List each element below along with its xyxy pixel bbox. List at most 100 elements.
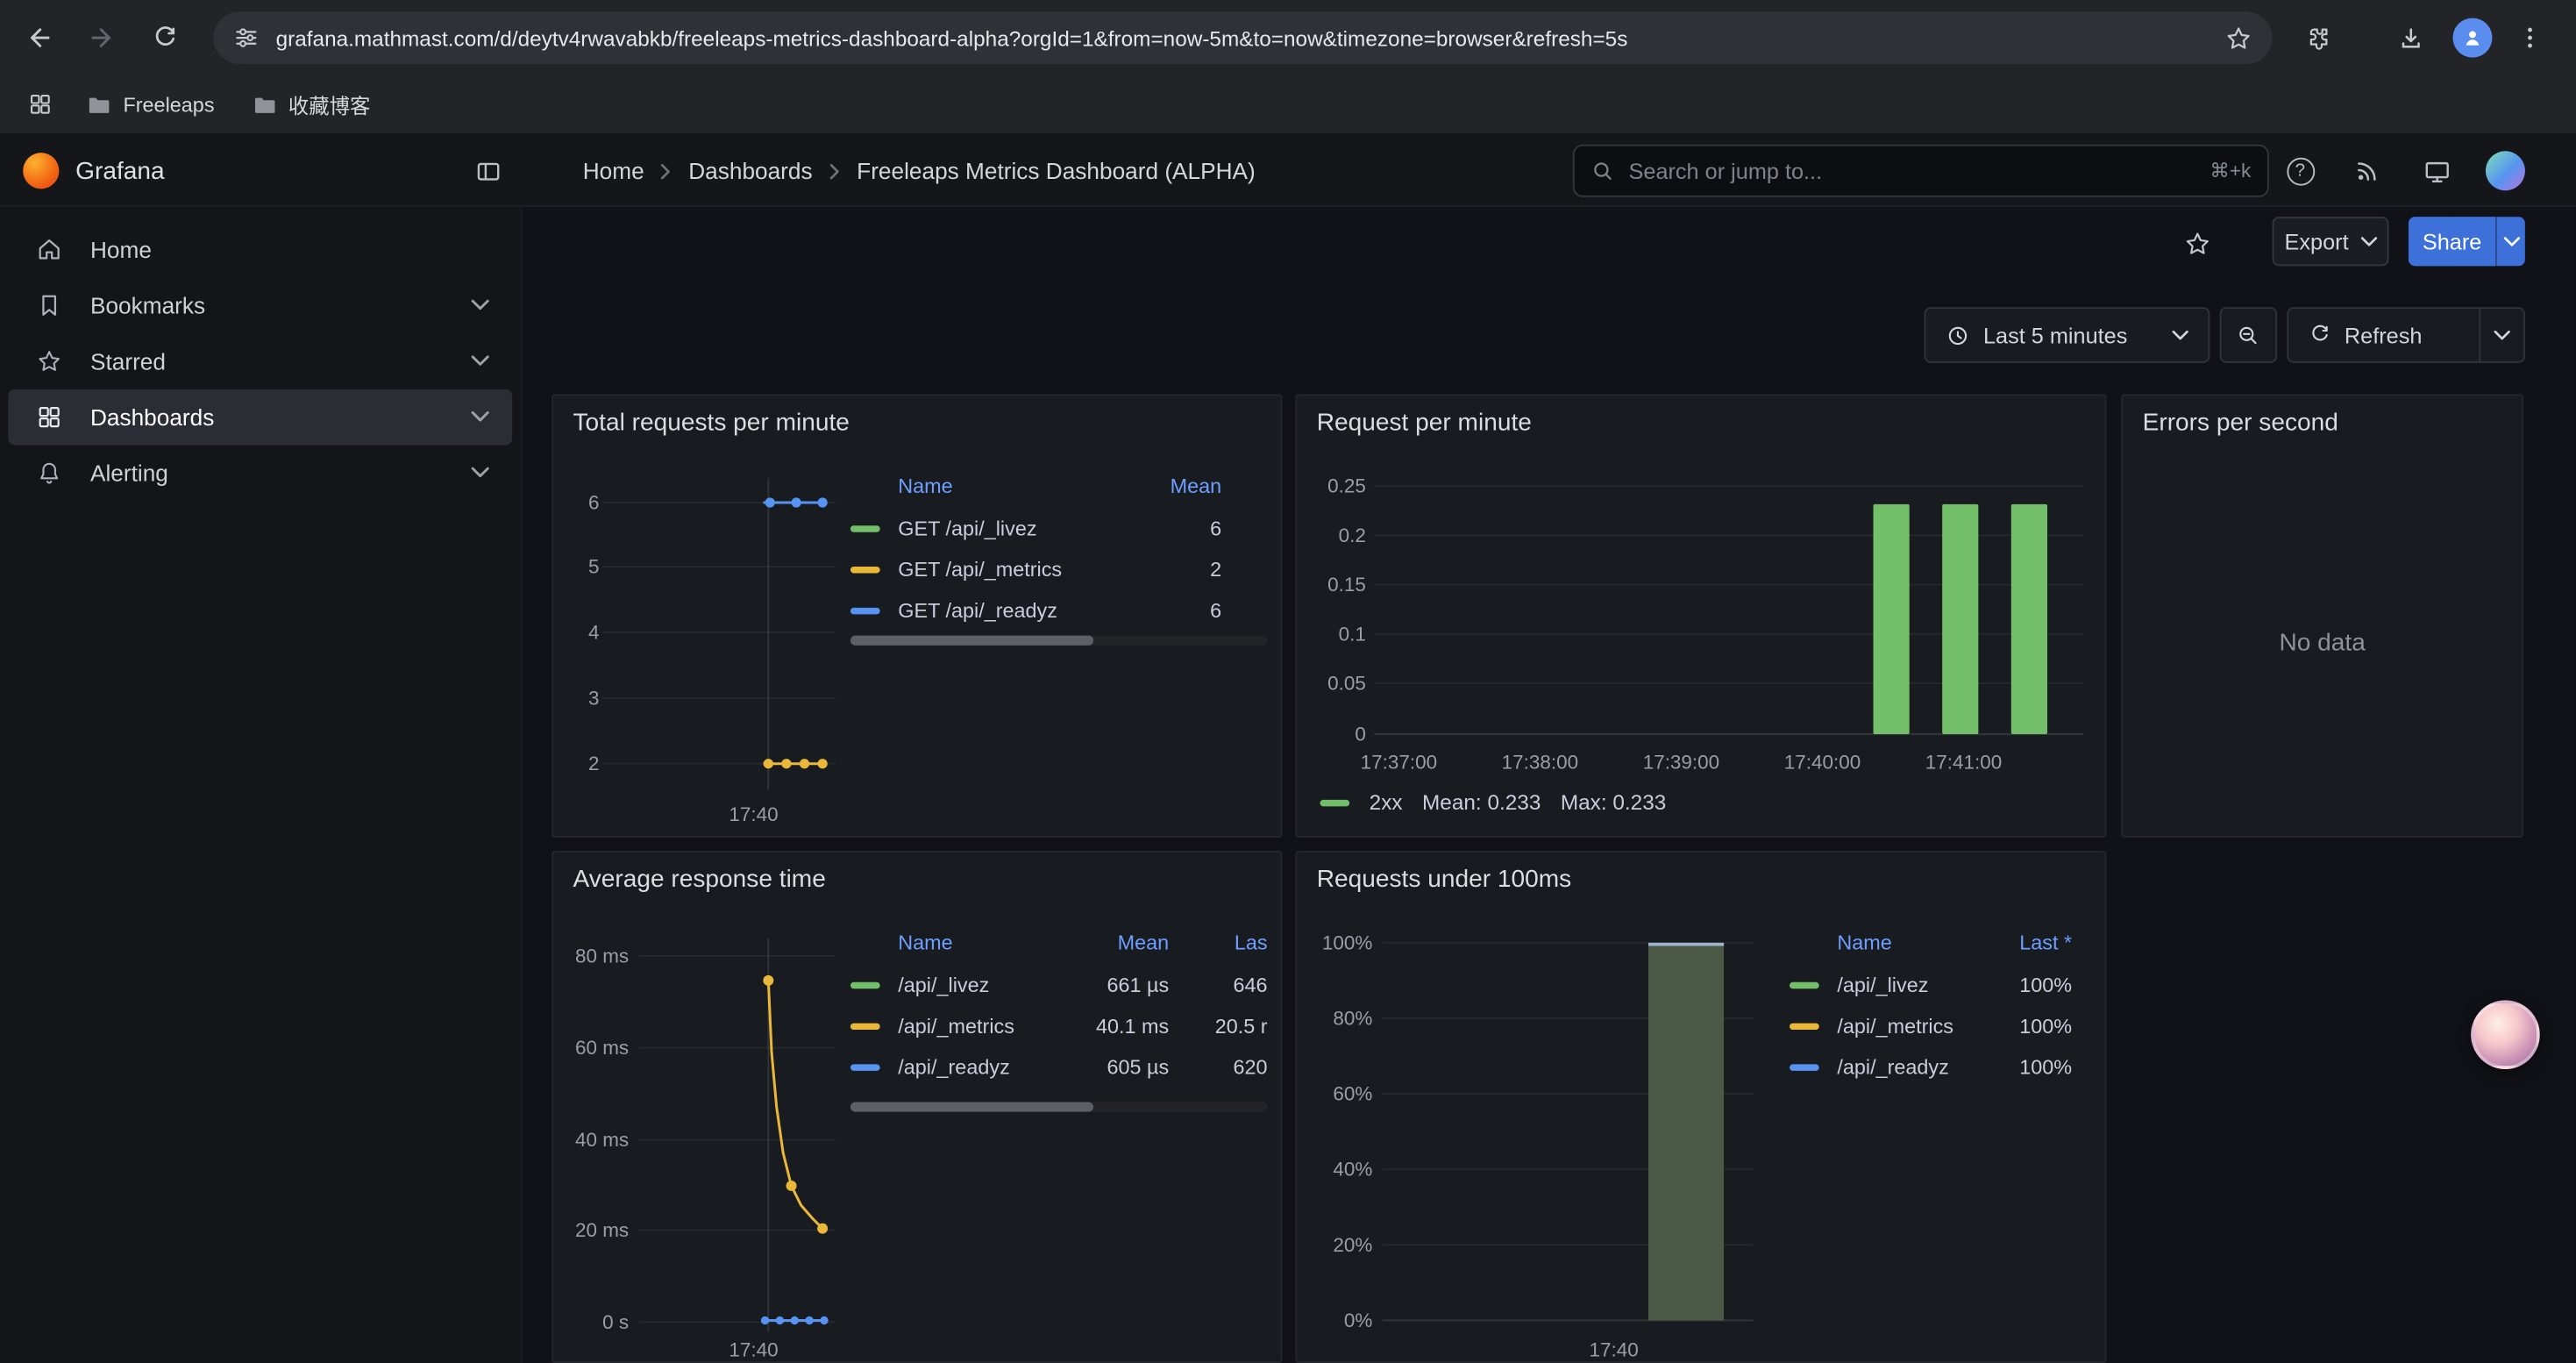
omnibox[interactable]: [213, 11, 2272, 64]
favorite-star-button[interactable]: [2175, 222, 2218, 265]
panel-errors-per-second: Errors per second No data: [2121, 394, 2523, 838]
export-label: Export: [2285, 229, 2349, 253]
refresh-button[interactable]: Refresh: [2288, 309, 2479, 361]
share-button[interactable]: Share: [2409, 217, 2495, 266]
panel-requests-under-100ms: Requests under 100ms 100% 80% 60% 40% 20…: [1295, 851, 2106, 1363]
series-name[interactable]: 2xx: [1370, 790, 1403, 815]
forward-button[interactable]: [75, 11, 128, 64]
help-button[interactable]: ?: [2279, 149, 2322, 192]
chevron-down-icon[interactable]: [471, 410, 489, 424]
series-name[interactable]: /api/_readyz: [1837, 1056, 1980, 1079]
zoom-out-button[interactable]: [2220, 307, 2278, 363]
search-icon: [1590, 159, 1615, 183]
sidebar-item-dashboards[interactable]: Dashboards: [8, 389, 512, 446]
sidebar-item-alerting[interactable]: Alerting: [8, 445, 512, 501]
chevron-down-icon[interactable]: [471, 354, 489, 368]
panel-title[interactable]: Errors per second: [2143, 409, 2338, 437]
legend-header-name[interactable]: Name: [898, 475, 1149, 497]
bookmark-item-blog[interactable]: 收藏博客: [238, 82, 384, 127]
legend-row: /api/_readyz 100%: [1790, 1050, 2092, 1086]
legend-header-name[interactable]: Name: [898, 931, 1071, 954]
series-dash-blue: [1790, 1064, 1819, 1070]
folder-icon: [85, 91, 111, 118]
scrollbar-thumb[interactable]: [850, 1102, 1093, 1111]
legend-header-last[interactable]: Last *: [1980, 931, 2072, 954]
refresh-interval-button[interactable]: [2480, 309, 2523, 361]
series-name[interactable]: GET /api/_readyz: [898, 599, 1149, 622]
bookmark-star-icon[interactable]: [2224, 24, 2252, 52]
series-mean: Mean: 0.233: [1422, 790, 1541, 815]
grafana-logo[interactable]: [23, 153, 59, 189]
breadcrumb-home[interactable]: Home: [583, 158, 644, 184]
sidebar-toggle-icon: [473, 157, 502, 185]
kiosk-mode-button[interactable]: [2415, 149, 2458, 192]
url-input[interactable]: [276, 25, 2209, 50]
time-range-picker[interactable]: Last 5 minutes: [1925, 307, 2210, 363]
folder-icon: [251, 91, 277, 118]
sidebar-item-home[interactable]: Home: [8, 222, 512, 278]
breadcrumb-dashboards[interactable]: Dashboards: [688, 158, 812, 184]
legend-scrollbar[interactable]: [850, 636, 1268, 646]
bookmark-item-freeleaps[interactable]: Freeleaps: [72, 84, 227, 124]
series-name[interactable]: /api/_metrics: [898, 1015, 1071, 1038]
series-mean: 40.1 ms: [1071, 1015, 1169, 1038]
search-input[interactable]: [1629, 159, 2197, 183]
legend-row: /api/_metrics 100%: [1790, 1009, 2092, 1045]
breadcrumb: Home Dashboards Freeleaps Metrics Dashbo…: [583, 135, 1256, 207]
scrollbar-thumb[interactable]: [850, 636, 1093, 646]
series-name[interactable]: /api/_livez: [1837, 974, 1980, 996]
legend-header-mean[interactable]: Mean: [1149, 475, 1221, 497]
legend-row: /api/_livez 100%: [1790, 967, 2092, 1003]
panel-request-per-minute: Request per minute 0.25 0.2 0.15 0.1 0.0…: [1295, 394, 2106, 838]
browser-menu-button[interactable]: [2504, 11, 2557, 64]
legend-scrollbar[interactable]: [850, 1102, 1268, 1111]
screen: Freeleaps 收藏博客 Grafana Home Dashboards F…: [0, 0, 2576, 1363]
sidebar-item-bookmarks[interactable]: Bookmarks: [8, 277, 512, 333]
series-dash-green: [850, 982, 880, 988]
legend-row: GET /api/_livez 6: [850, 510, 1268, 546]
browser-profile-button[interactable]: [2446, 11, 2499, 64]
sidebar-item-label: Alerting: [90, 460, 444, 486]
legend-header-name[interactable]: Name: [1837, 931, 1980, 954]
share-menu-button[interactable]: [2495, 217, 2525, 266]
clock-icon: [1946, 323, 1970, 347]
legend-row: /api/_livez 661 µs 646: [850, 967, 1268, 1003]
search-box[interactable]: ⌘+k: [1573, 145, 2269, 197]
monitor-icon: [2423, 157, 2451, 185]
x-tick: 17:40: [729, 803, 778, 826]
extensions-button[interactable]: [2290, 11, 2343, 64]
series-name[interactable]: GET /api/_metrics: [898, 559, 1149, 582]
user-avatar: [2486, 151, 2525, 190]
reload-icon: [150, 24, 178, 52]
series-name[interactable]: /api/_readyz: [898, 1056, 1071, 1079]
apps-grid-button[interactable]: [17, 82, 62, 127]
series-mean: 661 µs: [1071, 974, 1169, 996]
zoom-out-icon: [2236, 323, 2260, 347]
reload-button[interactable]: [138, 11, 190, 64]
browser-toolbar: [0, 0, 2576, 75]
legend-header-mean[interactable]: Mean: [1071, 931, 1169, 954]
sidebar-item-starred[interactable]: Starred: [8, 333, 512, 389]
series-name[interactable]: /api/_metrics: [1837, 1015, 1980, 1038]
legend-header-last[interactable]: Las: [1182, 931, 1267, 954]
brand-area: Grafana: [23, 135, 164, 207]
series-last: 100%: [1980, 1056, 2072, 1079]
chevron-down-icon[interactable]: [471, 299, 489, 312]
star-outline-icon: [2182, 229, 2210, 257]
floating-avatar[interactable]: [2471, 1000, 2540, 1069]
back-button[interactable]: [13, 11, 66, 64]
sidebar-item-label: Bookmarks: [90, 292, 444, 318]
series-dash-yellow: [850, 1024, 880, 1030]
downloads-button[interactable]: [2384, 11, 2437, 64]
site-info-icon[interactable]: [233, 25, 260, 51]
share-label: Share: [2423, 229, 2481, 253]
rss-icon: [2354, 158, 2380, 184]
series-name[interactable]: /api/_livez: [898, 974, 1071, 996]
news-button[interactable]: [2346, 149, 2389, 192]
series-name[interactable]: GET /api/_livez: [898, 517, 1149, 540]
chevron-down-icon[interactable]: [471, 467, 489, 480]
user-menu-button[interactable]: [2484, 149, 2527, 192]
export-button[interactable]: Export: [2273, 217, 2389, 266]
bell-icon: [36, 460, 62, 486]
dock-menu-button[interactable]: [466, 149, 509, 192]
